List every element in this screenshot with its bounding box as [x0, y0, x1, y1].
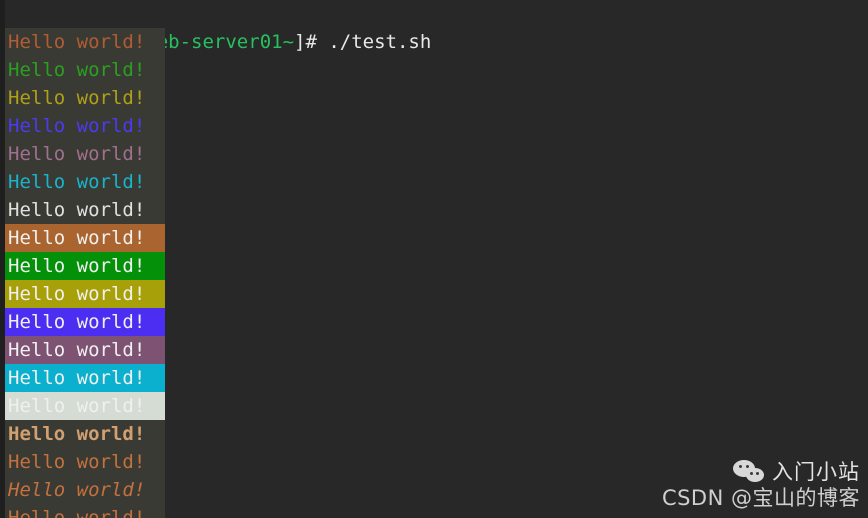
output-line: Hello world! — [5, 112, 868, 140]
output-line: Hello world! — [5, 56, 868, 84]
prompt-bracket-close: ]# — [294, 31, 329, 53]
output-line: Hello world! — [5, 224, 868, 252]
output-line-text: Hello world! — [5, 252, 165, 280]
output-line: Hello world! — [5, 196, 868, 224]
output-line-text: Hello world! — [5, 420, 165, 448]
output-line-text: Hello world! — [5, 28, 165, 56]
output-line-text: Hello world! — [5, 196, 165, 224]
output-line: Hello world! — [5, 252, 868, 280]
output-line-text: Hello world! — [5, 56, 165, 84]
output-line: Hello world! — [5, 280, 868, 308]
output-line-text: Hello world! — [5, 504, 165, 518]
terminal-window[interactable]: [root@web-server01~]# ./test.sh Hello wo… — [0, 0, 868, 518]
prompt-command: ./test.sh — [328, 31, 432, 53]
output-line-text: Hello world! — [5, 84, 165, 112]
output-line-text: Hello world! — [5, 476, 165, 504]
output-line: Hello world! — [5, 28, 868, 56]
output-line-text: Hello world! — [5, 336, 165, 364]
output-line: Hello world! — [5, 336, 868, 364]
terminal-output: Hello world! Hello world! Hello world! Hell… — [5, 28, 868, 518]
output-line: Hello world! — [5, 476, 868, 504]
output-line: Hello world! — [5, 168, 868, 196]
output-line: Hello world! — [5, 448, 868, 476]
output-line-text: Hello world! — [5, 448, 165, 476]
output-line: Hello world! — [5, 140, 868, 168]
output-line-text: Hello world! — [5, 224, 165, 252]
output-line: Hello world! — [5, 84, 868, 112]
shell-prompt-line: [root@web-server01~]# ./test.sh — [5, 0, 868, 53]
output-line-text: Hello world! — [5, 364, 165, 392]
output-line-text: Hello world! — [5, 392, 165, 420]
output-line: Hello world! — [5, 308, 868, 336]
output-line: Hello world! — [5, 504, 868, 518]
output-line-text: Hello world! — [5, 112, 165, 140]
output-line-text: Hello world! — [5, 280, 165, 308]
output-line-text: Hello world! — [5, 168, 165, 196]
terminal-screen: [root@web-server01~]# ./test.sh Hello wo… — [5, 0, 868, 518]
output-line: Hello world! — [5, 420, 868, 448]
output-line-text: Hello world! — [5, 308, 165, 336]
output-line: Hello world! — [5, 392, 868, 420]
output-line-text: Hello world! — [5, 140, 165, 168]
output-line: Hello world! — [5, 364, 868, 392]
